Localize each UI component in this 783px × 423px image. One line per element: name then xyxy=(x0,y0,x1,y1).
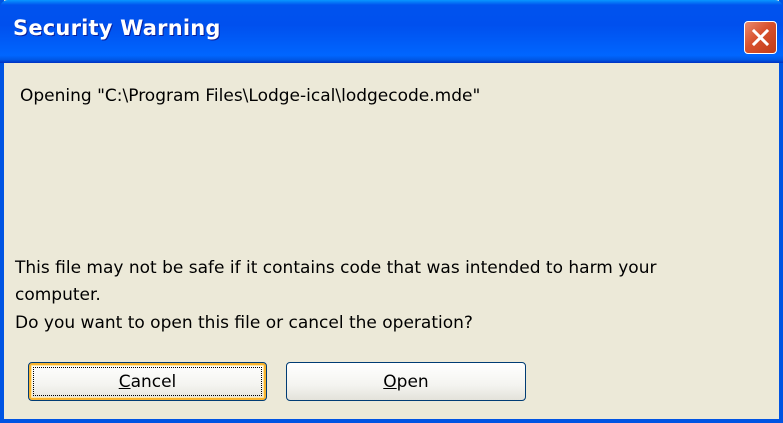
security-warning-dialog: Security Warning Opening "C:\Program Fil… xyxy=(0,0,783,423)
cancel-accelerator: C xyxy=(118,371,131,392)
open-button[interactable]: Open xyxy=(286,362,526,401)
close-icon xyxy=(751,28,770,47)
title-bar[interactable]: Security Warning xyxy=(0,0,783,63)
cancel-label-rest: ancel xyxy=(130,371,177,392)
open-button-label: Open xyxy=(383,372,428,392)
open-label-rest: pen xyxy=(396,371,429,392)
opening-file-text: Opening "C:\Program Files\Lodge-ical\lod… xyxy=(20,86,481,106)
dialog-title: Security Warning xyxy=(13,16,221,40)
open-accelerator: O xyxy=(383,371,397,392)
cancel-button[interactable]: Cancel xyxy=(28,362,267,401)
warning-text-line1: This file may not be safe if it contains… xyxy=(15,258,657,278)
question-text: Do you want to open this file or cancel … xyxy=(15,313,473,333)
warning-text-line2: computer. xyxy=(15,285,101,305)
cancel-button-label: Cancel xyxy=(119,372,177,392)
close-button[interactable] xyxy=(744,21,777,54)
